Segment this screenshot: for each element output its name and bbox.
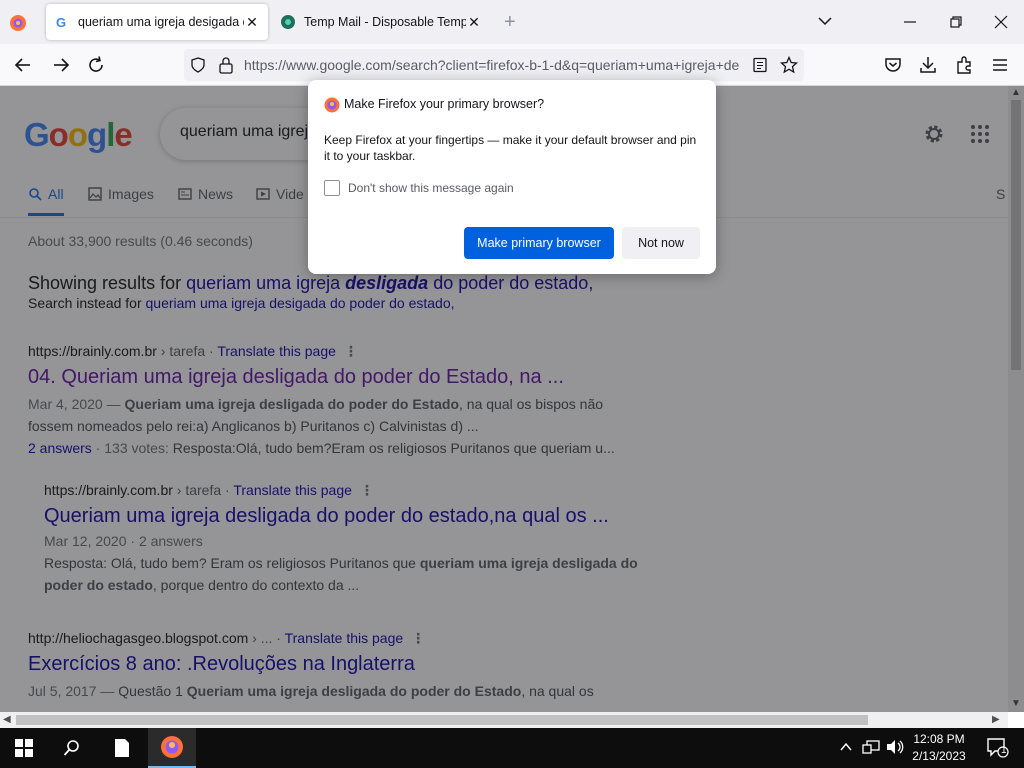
dont-show-again-checkbox[interactable]: Don't show this message again xyxy=(324,180,514,196)
windows-taskbar: 12:08 PM 2/13/2023 1 xyxy=(0,728,1024,768)
google-favicon-icon: G xyxy=(56,15,66,30)
temp-mail-favicon-icon xyxy=(281,15,295,29)
list-all-tabs-icon[interactable] xyxy=(818,14,832,28)
start-button[interactable] xyxy=(4,728,44,768)
taskbar-firefox[interactable] xyxy=(148,728,196,768)
tab-title: queriam uma igreja desigada d xyxy=(78,15,244,29)
tab-google-search[interactable]: G queriam uma igreja desigada d ✕ xyxy=(46,4,268,40)
notification-count: 1 xyxy=(1001,745,1007,756)
close-tab-icon[interactable]: ✕ xyxy=(244,14,260,31)
default-browser-dialog: Make Firefox your primary browser? Keep … xyxy=(308,80,716,274)
taskbar-search-button[interactable] xyxy=(52,728,92,768)
restore-icon[interactable] xyxy=(944,10,968,34)
scrollbar-thumb[interactable] xyxy=(16,715,868,725)
tab-bar: G queriam uma igreja desigada d ✕ Temp M… xyxy=(0,0,1024,44)
system-clock[interactable]: 12:08 PM 2/13/2023 xyxy=(908,731,970,765)
show-hidden-icons-icon[interactable] xyxy=(840,742,852,752)
search-icon xyxy=(63,740,79,756)
dialog-body: Keep Firefox at your fingertips — make i… xyxy=(324,133,697,163)
firefox-logo-icon xyxy=(324,97,340,113)
extensions-icon[interactable] xyxy=(953,54,975,76)
lock-icon[interactable] xyxy=(218,56,234,74)
horizontal-scrollbar[interactable]: ◀ ▶ xyxy=(0,712,1008,728)
svg-text:G: G xyxy=(56,15,66,30)
checkbox-box[interactable] xyxy=(324,180,340,196)
network-icon[interactable] xyxy=(862,739,880,755)
reader-view-icon[interactable] xyxy=(752,57,768,73)
bookmark-star-icon[interactable] xyxy=(780,56,798,74)
downloads-icon[interactable] xyxy=(917,54,939,76)
tab-temp-mail[interactable]: Temp Mail - Disposable Tempo ✕ xyxy=(272,4,490,40)
scroll-left-icon[interactable]: ◀ xyxy=(3,714,11,725)
taskbar-notepad[interactable] xyxy=(102,728,142,768)
minimize-icon[interactable] xyxy=(898,10,922,34)
tracking-protection-icon[interactable] xyxy=(190,57,206,73)
pocket-icon[interactable] xyxy=(882,54,904,76)
url-bar[interactable]: https://www.google.com/search?client=fir… xyxy=(184,49,804,81)
firefox-view-icon[interactable] xyxy=(8,13,28,33)
action-center-button[interactable]: 1 xyxy=(980,728,1016,768)
tab-title: Temp Mail - Disposable Tempo xyxy=(304,15,466,29)
new-tab-icon[interactable]: + xyxy=(504,11,516,34)
clock-time: 12:08 PM xyxy=(913,732,965,746)
close-window-icon[interactable] xyxy=(989,10,1013,34)
clock-date: 2/13/2023 xyxy=(912,749,966,763)
volume-icon[interactable] xyxy=(886,739,904,755)
firefox-icon xyxy=(161,736,183,758)
document-icon xyxy=(115,739,129,757)
checkbox-label: Don't show this message again xyxy=(348,181,514,195)
close-tab-icon[interactable]: ✕ xyxy=(466,14,482,31)
make-primary-browser-button[interactable]: Make primary browser xyxy=(464,227,614,259)
app-menu-icon[interactable] xyxy=(989,54,1011,76)
dialog-title: Make Firefox your primary browser? xyxy=(344,97,545,111)
forward-icon[interactable] xyxy=(50,54,72,76)
back-icon[interactable] xyxy=(12,54,34,76)
scroll-right-icon[interactable]: ▶ xyxy=(992,714,1000,725)
url-text[interactable]: https://www.google.com/search?client=fir… xyxy=(244,57,744,73)
not-now-button[interactable]: Not now xyxy=(622,227,700,259)
reload-icon[interactable] xyxy=(85,54,107,76)
windows-logo-icon xyxy=(15,739,33,757)
